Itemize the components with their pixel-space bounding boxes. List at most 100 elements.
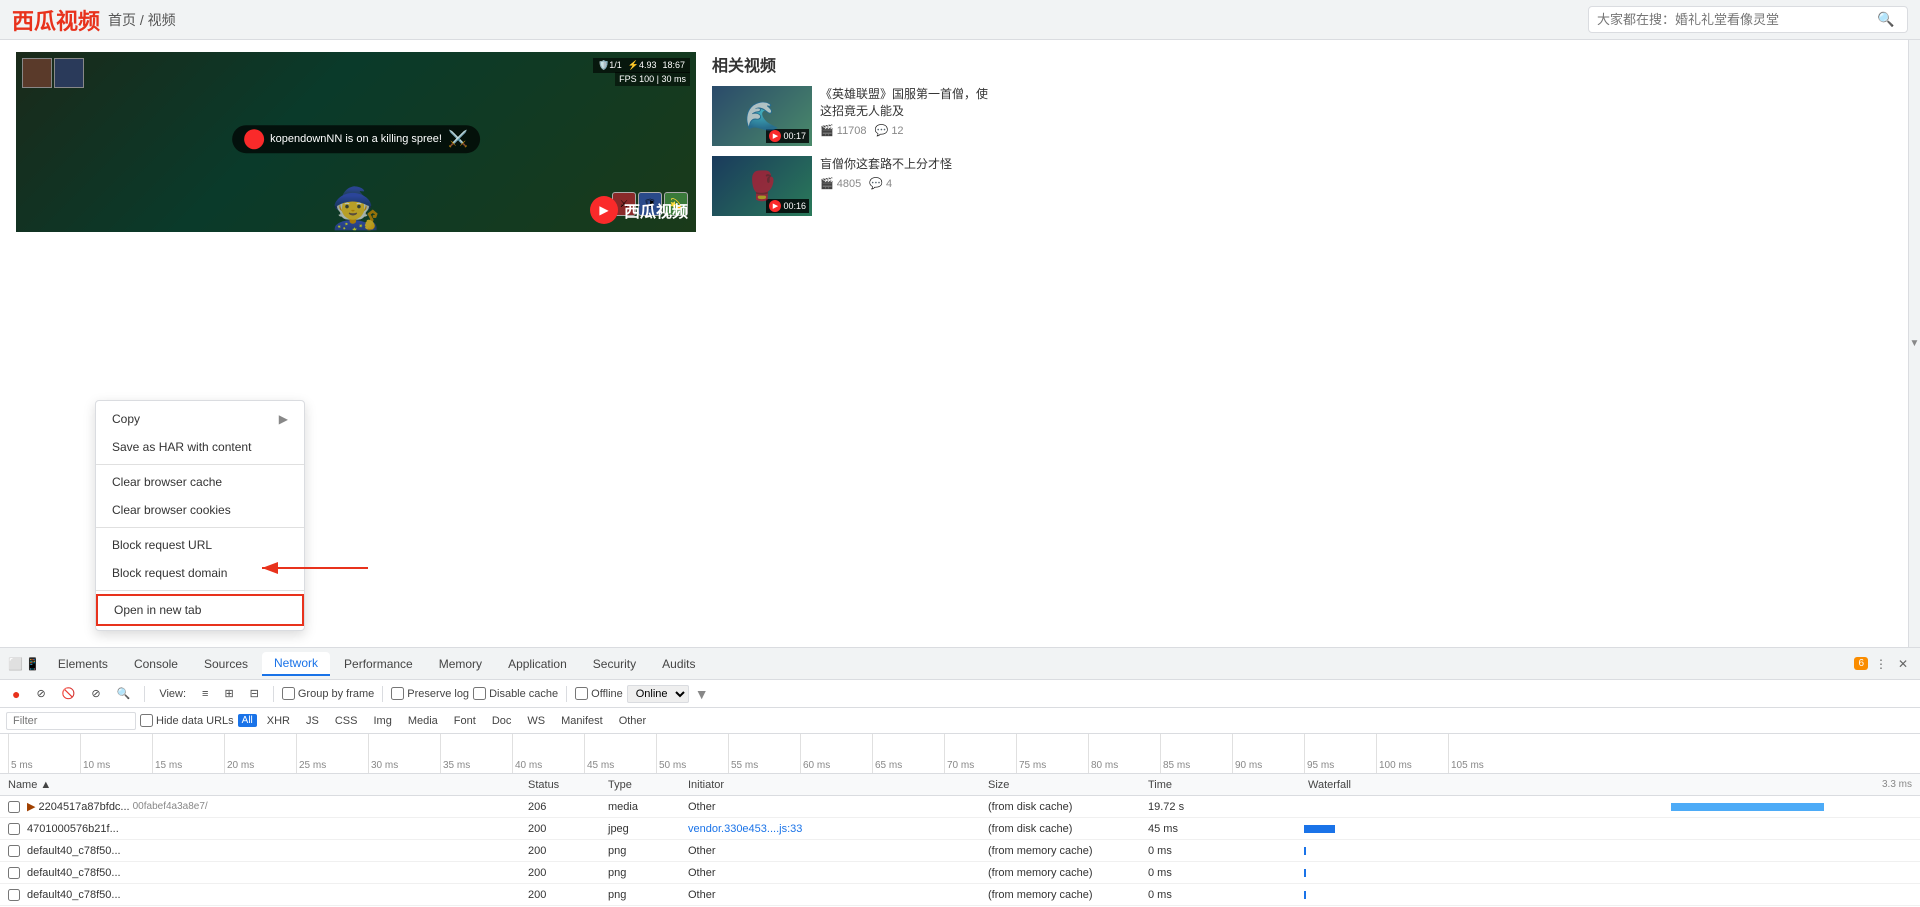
tab-performance[interactable]: Performance — [332, 653, 425, 675]
hide-data-urls-checkbox[interactable]: Hide data URLs — [140, 714, 234, 727]
search-bar[interactable]: 🔍 — [1588, 6, 1908, 33]
kill-icon — [244, 129, 264, 149]
comment-count-1: 💬 12 — [875, 124, 904, 137]
table-header: Name ▲ Status Type Initiator Size Time W… — [0, 774, 1920, 796]
view-icons-btn[interactable]: ⊟ — [244, 685, 265, 702]
tab-console[interactable]: Console — [122, 653, 190, 675]
ruler-mark-10ms: 10 ms — [80, 734, 152, 773]
col-header-name[interactable]: Name ▲ — [4, 779, 524, 791]
search-input[interactable] — [1597, 12, 1877, 27]
clear-btn[interactable]: 🚫 — [56, 685, 82, 702]
right-scrollbar[interactable]: ▼ — [1908, 40, 1920, 647]
site-logo[interactable]: 西瓜视频 — [12, 4, 100, 36]
view-count-1: 🎬 11708 — [820, 124, 867, 137]
record-btn[interactable]: ● — [6, 684, 26, 704]
menu-divider-1 — [96, 464, 304, 465]
col-header-type[interactable]: Type — [604, 779, 684, 791]
video-player[interactable]: kopendownNN is on a killing spree! ⚔️ 🧙 … — [16, 52, 696, 232]
filter-media[interactable]: Media — [402, 714, 444, 728]
tab-memory[interactable]: Memory — [427, 653, 494, 675]
row-size-4: (from memory cache) — [984, 867, 1144, 879]
avatar-strip — [22, 58, 84, 88]
disable-cache-checkbox[interactable]: Disable cache — [473, 687, 558, 700]
separator-1 — [144, 686, 145, 702]
timeline-area: 5 ms 10 ms 15 ms 20 ms 25 ms 30 ms 35 ms… — [0, 734, 1920, 774]
search-btn[interactable]: 🔍 — [111, 685, 137, 702]
devtools-controls: 6 ⋮ ✕ — [1854, 655, 1912, 673]
related-item-1[interactable]: ▶ 00:17 🌊 《英雄联盟》国服第一首僧，使这招竟无人能及 🎬 11708 … — [712, 86, 992, 146]
stop-btn[interactable]: ⊘ — [30, 685, 51, 702]
col-header-waterfall[interactable]: Waterfall 3.3 ms — [1304, 779, 1916, 791]
tab-security[interactable]: Security — [581, 653, 648, 675]
group-frame-checkbox[interactable]: Group by frame — [282, 687, 374, 700]
ruler-mark-35ms: 35 ms — [440, 734, 512, 773]
row-time-1: 19.72 s — [1144, 801, 1304, 813]
all-badge[interactable]: All — [238, 714, 257, 727]
tab-sources[interactable]: Sources — [192, 653, 260, 675]
ruler-mark-90ms: 90 ms — [1232, 734, 1304, 773]
filter-ws[interactable]: WS — [521, 714, 551, 728]
filter-input[interactable] — [6, 712, 136, 730]
col-header-initiator[interactable]: Initiator — [684, 779, 984, 791]
menu-item-copy[interactable]: Copy ▶ — [96, 405, 304, 433]
menu-item-clear-cookies[interactable]: Clear browser cookies — [96, 496, 304, 524]
copy-arrow-icon: ▶ — [279, 412, 288, 426]
tab-application[interactable]: Application — [496, 653, 579, 675]
filter-js[interactable]: JS — [300, 714, 325, 728]
devtools-device-icon[interactable]: 📱 — [25, 657, 40, 671]
row-waterfall-3 — [1304, 844, 1916, 858]
related-thumb-1[interactable]: ▶ 00:17 🌊 — [712, 86, 812, 146]
filter-font[interactable]: Font — [448, 714, 482, 728]
devtools-close-btn[interactable]: ✕ — [1894, 655, 1912, 673]
related-thumb-2[interactable]: ▶ 00:16 🥊 — [712, 156, 812, 216]
devtools-inspect-icon[interactable]: ⬜ — [8, 657, 23, 671]
view-list-btn[interactable]: ≡ — [196, 686, 214, 702]
col-header-status[interactable]: Status — [524, 779, 604, 791]
filter-doc[interactable]: Doc — [486, 714, 518, 728]
ruler-mark-75ms: 75 ms — [1016, 734, 1088, 773]
preserve-log-checkbox[interactable]: Preserve log — [391, 687, 469, 700]
view-grid-btn[interactable]: ⊞ — [218, 685, 239, 702]
menu-item-open-new-tab[interactable]: Open in new tab — [96, 594, 304, 626]
related-title-text-2: 盲僧你这套路不上分才怪 — [820, 156, 992, 173]
filter-manifest[interactable]: Manifest — [555, 714, 609, 728]
row-waterfall-4 — [1304, 866, 1916, 880]
table-row[interactable]: default40_c78f50... 200 png Other (from … — [0, 884, 1920, 906]
ruler-mark-20ms: 20 ms — [224, 734, 296, 773]
table-row[interactable]: 4701000576b21f... 200 jpeg vendor.330e45… — [0, 818, 1920, 840]
col-header-time[interactable]: Time — [1144, 779, 1304, 791]
filter-other[interactable]: Other — [613, 714, 653, 728]
table-row[interactable]: default40_c78f50... 200 png Other (from … — [0, 840, 1920, 862]
tab-elements[interactable]: Elements — [46, 653, 120, 675]
menu-item-block-domain[interactable]: Block request domain — [96, 559, 304, 587]
breadcrumb: 首页 / 视频 — [108, 10, 176, 30]
row-waterfall-5 — [1304, 888, 1916, 902]
menu-divider-3 — [96, 590, 304, 591]
alert-badge: 6 — [1854, 657, 1868, 670]
related-item-2[interactable]: ▶ 00:16 🥊 盲僧你这套路不上分才怪 🎬 4805 💬 4 — [712, 156, 992, 216]
throttle-select[interactable]: Online — [627, 685, 689, 703]
ruler-mark-105ms: 105 ms — [1448, 734, 1520, 773]
menu-item-block-url[interactable]: Block request URL — [96, 531, 304, 559]
filter-css[interactable]: CSS — [329, 714, 364, 728]
search-icon[interactable]: 🔍 — [1877, 11, 1894, 28]
filter-xhr[interactable]: XHR — [261, 714, 296, 728]
separator-4 — [566, 686, 567, 702]
throttle-expand-icon[interactable]: ▼ — [695, 686, 709, 702]
row-initiator-1: Other — [684, 801, 984, 813]
table-row[interactable]: default40_c78f50... 200 png Other (from … — [0, 862, 1920, 884]
devtools-icons: ⬜ 📱 — [8, 657, 40, 671]
tab-network[interactable]: Network — [262, 652, 330, 676]
row-size-5: (from memory cache) — [984, 889, 1144, 901]
tab-audits[interactable]: Audits — [650, 653, 707, 675]
devtools-menu-btn[interactable]: ⋮ — [1872, 655, 1890, 673]
table-row[interactable]: ▶ 2204517a87bfdc... 00fabef4a3a8e7/ 206 … — [0, 796, 1920, 818]
offline-checkbox[interactable]: Offline — [575, 687, 623, 700]
menu-item-clear-cache[interactable]: Clear browser cache — [96, 468, 304, 496]
col-header-size[interactable]: Size — [984, 779, 1144, 791]
filter-img[interactable]: Img — [367, 714, 397, 728]
row-type-3: png — [604, 845, 684, 857]
filter-btn[interactable]: ⊘ — [85, 685, 106, 702]
fps-counter: FPS 100 | 30 ms — [615, 72, 690, 86]
menu-item-save-har[interactable]: Save as HAR with content — [96, 433, 304, 461]
